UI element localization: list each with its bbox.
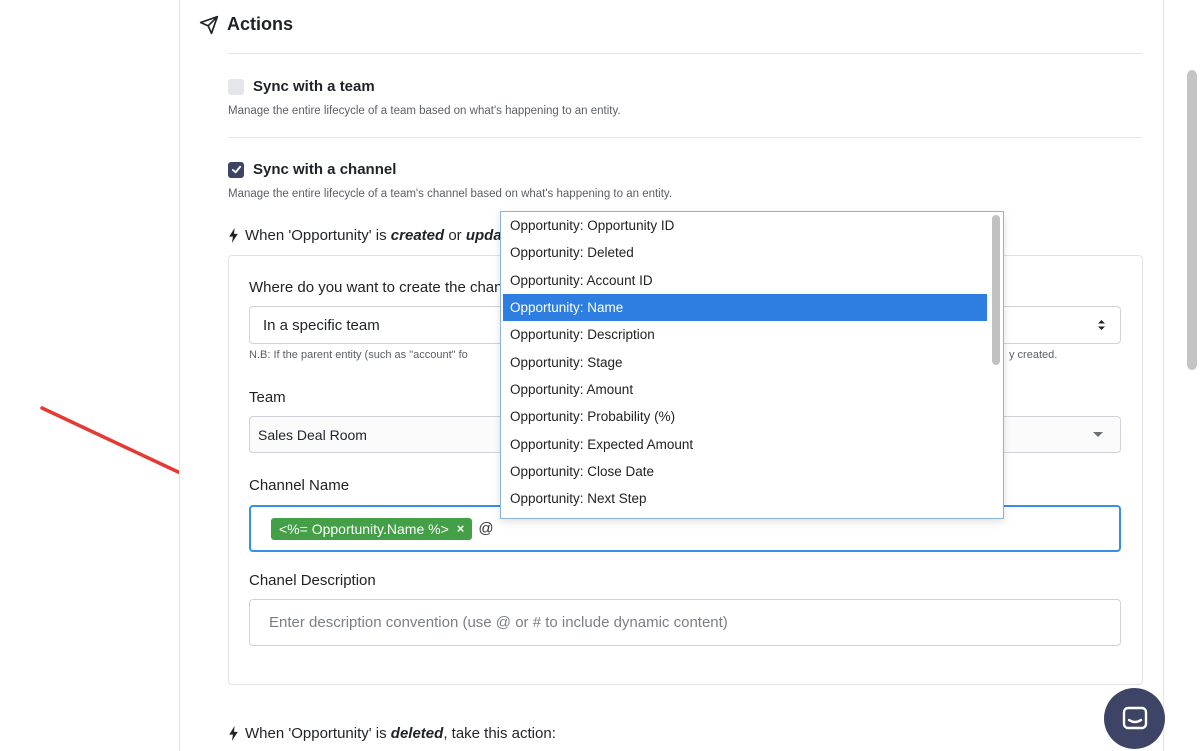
trigger-created-mid: or (444, 227, 466, 244)
chat-icon (1122, 706, 1147, 729)
team-value: Sales Deal Room (258, 426, 367, 443)
trigger-updated-verb: upda (465, 227, 502, 244)
sync-channel-row[interactable]: Sync with a channel (228, 161, 396, 178)
dropdown-scrollbar[interactable] (992, 215, 1000, 365)
sync-team-label: Sync with a team (253, 78, 375, 95)
note-tail: y created. (1009, 349, 1058, 361)
send-icon (199, 15, 219, 34)
checkmark-icon (231, 165, 241, 174)
trigger-deleted-prefix: When 'Opportunity' is (245, 725, 391, 742)
trigger-deleted-verb: deleted (390, 725, 444, 742)
dropdown-item[interactable]: Opportunity: Expected Amount (503, 430, 987, 457)
dropdown-item[interactable]: Opportunity: Next Step (503, 485, 987, 512)
chevron-down-icon (1093, 432, 1103, 437)
section-title: Actions (227, 14, 294, 34)
dropdown-item[interactable]: Opportunity: Description (503, 321, 987, 348)
parent-entity-note: N.B: If the parent entity (such as "acco… (249, 349, 1057, 361)
sync-channel-label: Sync with a channel (253, 161, 397, 178)
token-remove-icon[interactable]: × (457, 521, 465, 536)
trigger-created-prefix: When 'Opportunity' is (245, 227, 391, 244)
dropdown-item[interactable]: Opportunity: Amount (503, 376, 987, 403)
channel-name-typed: @ (478, 520, 494, 537)
sync-team-helper: Manage the entire lifecycle of a team ba… (228, 105, 621, 117)
location-value: In a specific team (263, 316, 380, 334)
bolt-icon (229, 726, 238, 741)
dropdown-item[interactable]: Opportunity: Probability (%) (503, 403, 987, 430)
left-gutter (0, 0, 179, 751)
select-arrows-icon (1098, 320, 1105, 330)
dropdown-item-active[interactable]: Opportunity: Name (503, 293, 987, 322)
description-input[interactable]: Enter description convention (use @ or #… (249, 599, 1121, 646)
location-label: Where do you want to create the chan (249, 279, 503, 296)
divider (228, 53, 1142, 54)
channel-name-label: Channel Name (249, 477, 350, 494)
description-placeholder: Enter description convention (use @ or #… (269, 614, 728, 631)
divider (228, 137, 1142, 138)
trigger-deleted-suffix: , take this action: (443, 725, 556, 742)
description-label: Chanel Description (249, 572, 376, 589)
dropdown-item[interactable]: Opportunity: Opportunity ID (503, 212, 987, 239)
team-label: Team (249, 389, 286, 406)
page-scrollbar[interactable] (1187, 70, 1197, 370)
trigger-created: When 'Opportunity' is created or upda (228, 227, 502, 244)
sync-team-row[interactable]: Sync with a team (228, 78, 375, 95)
dropdown-item[interactable]: Opportunity: Account ID (503, 267, 987, 294)
trigger-deleted: When 'Opportunity' is deleted, take this… (228, 725, 556, 742)
token-text: <%= Opportunity.Name %> (279, 520, 449, 537)
section-header: Actions (199, 14, 293, 35)
note-text: N.B: If the parent entity (such as "acco… (249, 349, 468, 361)
sync-team-checkbox[interactable] (228, 78, 244, 95)
sync-channel-helper: Manage the entire lifecycle of a team's … (228, 188, 673, 200)
dropdown-item[interactable]: Opportunity: Close Date (503, 458, 987, 485)
dropdown-item[interactable]: Opportunity: Stage (503, 348, 987, 375)
chat-launcher-button[interactable] (1104, 688, 1165, 749)
trigger-created-verb: created (390, 227, 445, 244)
mention-dropdown: Opportunity: Opportunity ID Opportunity:… (500, 211, 1004, 519)
bolt-icon (229, 228, 238, 243)
dropdown-item[interactable]: Opportunity: Deleted (503, 239, 987, 266)
sync-channel-checkbox[interactable] (228, 161, 244, 178)
channel-name-token: <%= Opportunity.Name %> × (271, 517, 473, 540)
